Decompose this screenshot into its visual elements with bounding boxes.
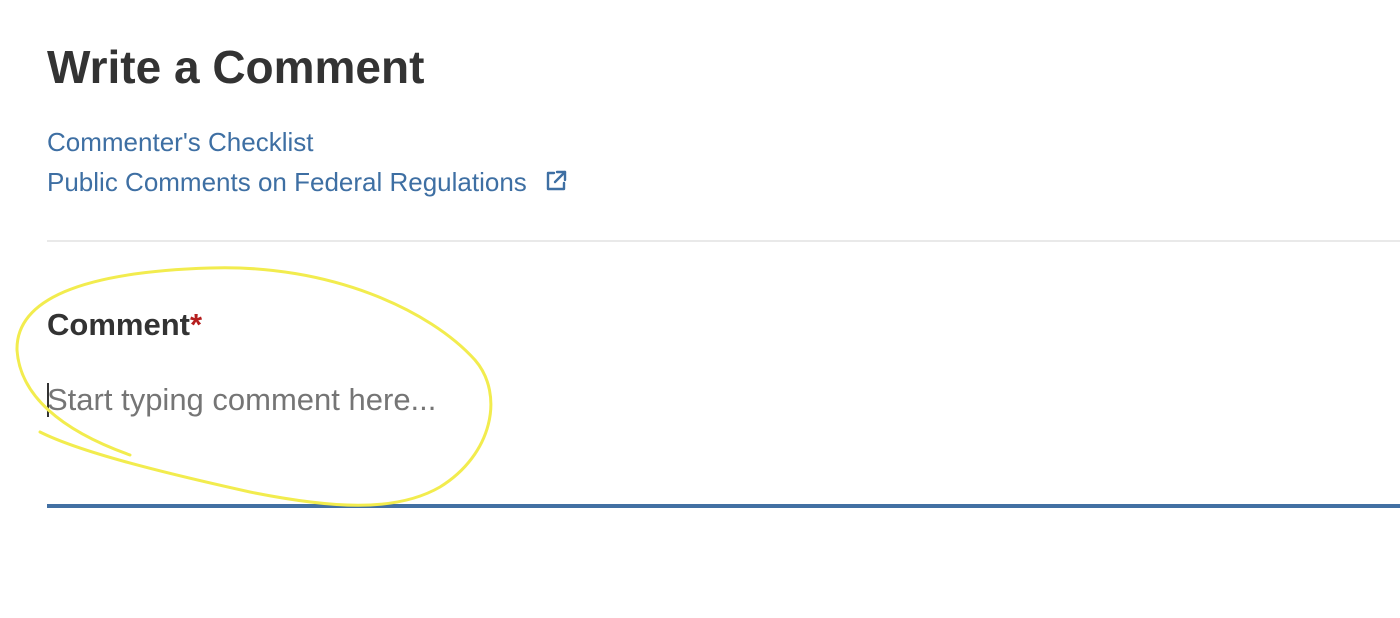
comment-textarea[interactable] bbox=[47, 378, 1400, 508]
page-title: Write a Comment bbox=[47, 41, 425, 93]
public-comments-link-label: Public Comments on Federal Regulations bbox=[47, 167, 527, 197]
required-marker: * bbox=[189, 307, 203, 342]
text-cursor bbox=[47, 383, 49, 417]
section-divider bbox=[47, 240, 1400, 242]
commenters-checklist-link[interactable]: Commenter's Checklist bbox=[47, 122, 568, 162]
public-comments-link[interactable]: Public Comments on Federal Regulations bbox=[47, 162, 568, 202]
external-link-icon bbox=[546, 170, 567, 191]
comment-label: Comment* bbox=[47, 306, 202, 344]
comment-label-text: Comment bbox=[47, 307, 190, 342]
resource-links: Commenter's Checklist Public Comments on… bbox=[47, 122, 568, 202]
